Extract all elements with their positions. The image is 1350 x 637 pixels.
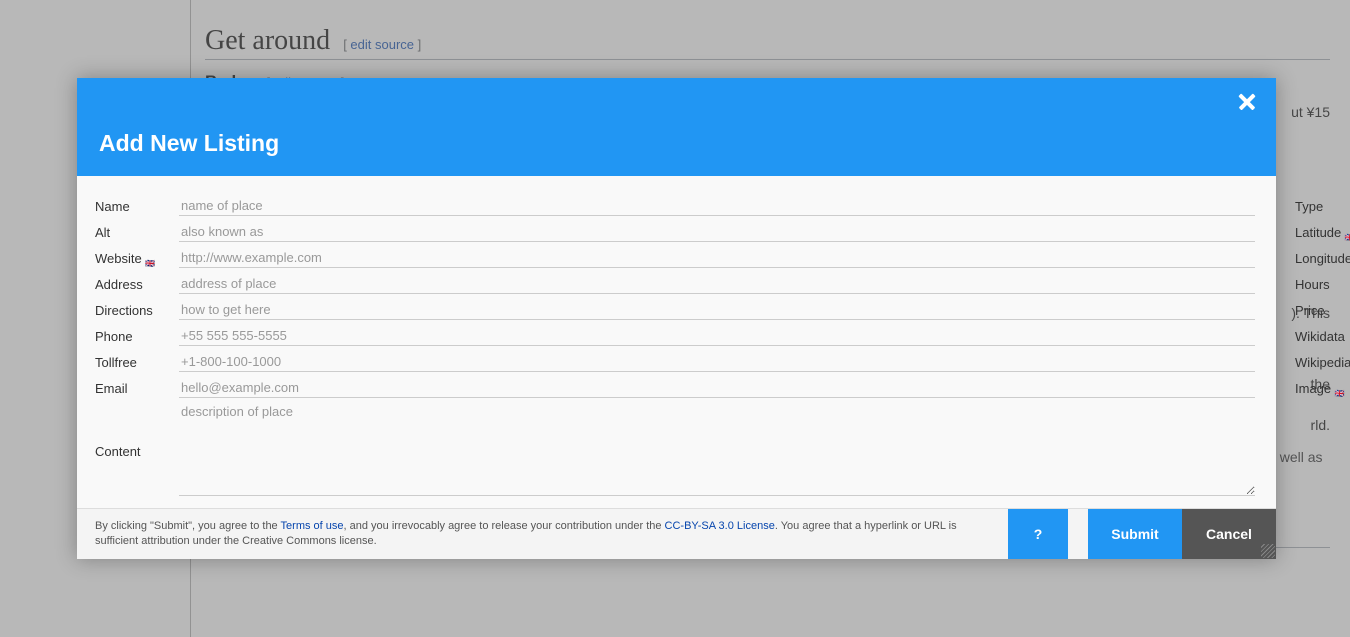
add-listing-modal: Add New Listing Name Alt Website Address… <box>77 78 1276 559</box>
submit-button[interactable]: Submit <box>1088 509 1182 559</box>
directions-label: Directions <box>95 303 179 318</box>
license-text: By clicking "Submit", you agree to the T… <box>77 509 1008 559</box>
directions-input[interactable] <box>179 300 1255 320</box>
name-label: Name <box>95 199 179 214</box>
phone-input[interactable] <box>179 326 1255 346</box>
tollfree-input[interactable] <box>179 352 1255 372</box>
form-left-column: Name Alt Website Address Directions Phon… <box>95 194 1255 496</box>
modal-body: Name Alt Website Address Directions Phon… <box>77 176 1276 508</box>
cancel-button[interactable]: Cancel <box>1182 509 1276 559</box>
lang-flags-icon <box>145 254 155 264</box>
website-label: Website <box>95 251 179 266</box>
wikidata-label: Wikidata <box>1295 329 1350 344</box>
email-label: Email <box>95 381 179 396</box>
email-input[interactable] <box>179 378 1255 398</box>
lang-flags-icon <box>1335 384 1345 394</box>
help-button[interactable]: ? <box>1008 509 1068 559</box>
content-label: Content <box>95 402 179 496</box>
latitude-label: Latitude <box>1295 225 1350 240</box>
hours-label: Hours <box>1295 277 1350 292</box>
type-label: Type <box>1295 199 1350 214</box>
wikipedia-label: Wikipedia <box>1295 355 1350 370</box>
modal-header: Add New Listing <box>77 78 1276 176</box>
terms-of-use-link[interactable]: Terms of use <box>281 520 344 532</box>
form-right-column: Type see Latitude find on map Longitude … <box>1295 194 1350 496</box>
modal-title: Add New Listing <box>99 130 1254 157</box>
content-textarea[interactable] <box>179 402 1255 496</box>
modal-footer: By clicking "Submit", you agree to the T… <box>77 508 1276 559</box>
website-input[interactable] <box>179 248 1255 268</box>
address-input[interactable] <box>179 274 1255 294</box>
price-label: Price <box>1295 303 1350 318</box>
alt-label: Alt <box>95 225 179 240</box>
cc-license-link[interactable]: CC-BY-SA 3.0 License <box>665 520 775 532</box>
alt-input[interactable] <box>179 222 1255 242</box>
address-label: Address <box>95 277 179 292</box>
image-label: Image <box>1295 381 1350 396</box>
longitude-label: Longitude <box>1295 251 1350 266</box>
close-icon[interactable] <box>1236 90 1260 114</box>
lang-flags-icon <box>1345 228 1350 238</box>
name-input[interactable] <box>179 196 1255 216</box>
phone-label: Phone <box>95 329 179 344</box>
tollfree-label: Tollfree <box>95 355 179 370</box>
